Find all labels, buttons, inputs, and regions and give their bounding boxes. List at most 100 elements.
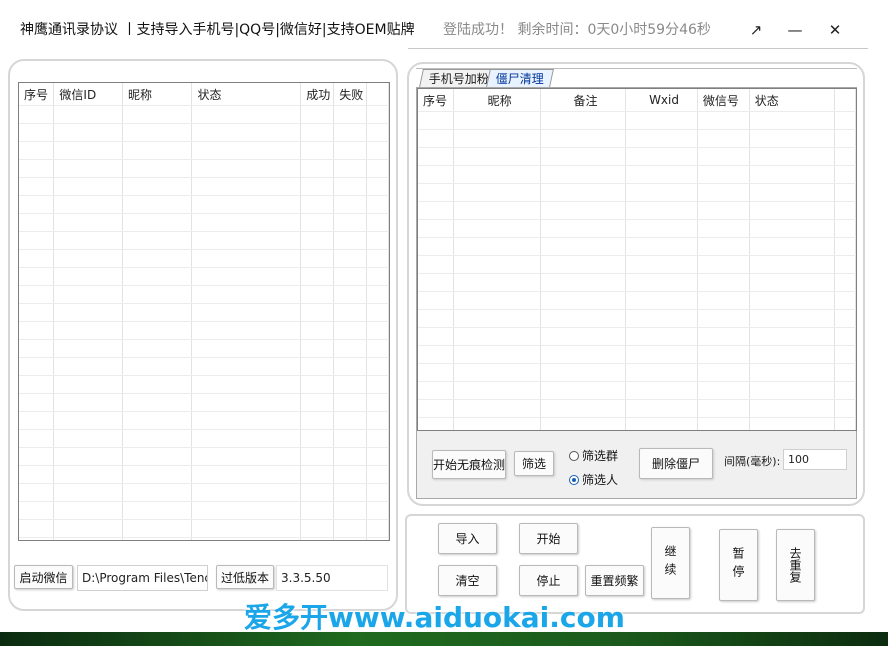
- col-header-wechat-number[interactable]: 微信号: [697, 89, 750, 112]
- table-row[interactable]: [418, 219, 856, 238]
- table-cell: [834, 165, 856, 184]
- table-cell: [53, 141, 124, 160]
- table-cell: [191, 375, 302, 394]
- table-row[interactable]: [19, 429, 389, 448]
- filter-button[interactable]: 筛选: [514, 451, 554, 476]
- start-button[interactable]: 开始: [519, 523, 578, 554]
- start-silent-detect-button[interactable]: 开始无痕检测: [432, 450, 506, 479]
- filter-person-radio[interactable]: 筛选人: [569, 471, 618, 488]
- col-header-wechat-id[interactable]: 微信ID: [53, 83, 124, 106]
- table-row[interactable]: [19, 231, 389, 250]
- table-row[interactable]: [19, 411, 389, 430]
- bypass-low-version-button[interactable]: 过低版本: [216, 565, 274, 589]
- minimize-icon[interactable]: —: [780, 16, 810, 44]
- table-row[interactable]: [19, 501, 389, 520]
- table-row[interactable]: [19, 537, 389, 540]
- table-cell: [300, 105, 335, 124]
- table-row[interactable]: [19, 393, 389, 412]
- clear-button[interactable]: 清空: [438, 565, 497, 596]
- table-row[interactable]: [19, 159, 389, 178]
- col-header-status[interactable]: 状态: [749, 89, 836, 112]
- restore-icon[interactable]: ↗: [741, 16, 771, 44]
- table-row[interactable]: [418, 417, 856, 430]
- wechat-path-input[interactable]: D:\Program Files\Tencent: [77, 565, 208, 591]
- col-header-status[interactable]: 状态: [191, 83, 302, 106]
- table-row[interactable]: [418, 111, 856, 130]
- table-row[interactable]: [418, 183, 856, 202]
- col-header-index[interactable]: 序号: [418, 89, 455, 112]
- table-row[interactable]: [19, 339, 389, 358]
- table-row[interactable]: [19, 249, 389, 268]
- table-cell: [453, 345, 541, 364]
- import-button[interactable]: 导入: [438, 523, 497, 554]
- table-row[interactable]: [418, 255, 856, 274]
- table-row[interactable]: [19, 123, 389, 142]
- table-row[interactable]: [418, 129, 856, 148]
- table-cell: [122, 501, 193, 520]
- table-row[interactable]: [418, 201, 856, 220]
- delete-zombie-button[interactable]: 删除僵尸: [639, 448, 713, 479]
- table-cell: [366, 537, 389, 540]
- reset-frequency-button[interactable]: 重置频繁: [585, 565, 644, 596]
- table-row[interactable]: [19, 519, 389, 538]
- table-row[interactable]: [19, 213, 389, 232]
- table-row[interactable]: [19, 303, 389, 322]
- table-row[interactable]: [19, 483, 389, 502]
- table-cell: [300, 429, 335, 448]
- table-cell: [625, 111, 698, 130]
- table-row[interactable]: [418, 273, 856, 292]
- table-cell: [834, 309, 856, 328]
- table-row[interactable]: [418, 381, 856, 400]
- table-row[interactable]: [418, 147, 856, 166]
- table-cell: [300, 231, 335, 250]
- table-cell: [53, 213, 124, 232]
- tab-zombie-clean[interactable]: 僵尸清理: [486, 69, 554, 87]
- dedupe-button[interactable]: 去重复: [776, 529, 815, 601]
- table-cell: [749, 147, 836, 166]
- table-row[interactable]: [19, 177, 389, 196]
- wechat-version-field[interactable]: 3.3.5.50: [276, 565, 388, 591]
- table-row[interactable]: [19, 375, 389, 394]
- table-row[interactable]: [418, 309, 856, 328]
- col-header-nickname[interactable]: 昵称: [453, 89, 541, 112]
- table-cell: [366, 519, 389, 538]
- table-row[interactable]: [19, 465, 389, 484]
- table-row[interactable]: [19, 321, 389, 340]
- table-row[interactable]: [418, 399, 856, 418]
- table-row[interactable]: [19, 141, 389, 160]
- interval-input[interactable]: 100: [783, 449, 847, 470]
- table-row[interactable]: [19, 105, 389, 124]
- table-row[interactable]: [19, 195, 389, 214]
- table-cell: [540, 417, 627, 430]
- table-row[interactable]: [19, 447, 389, 466]
- zombie-grid[interactable]: 序号 昵称 备注 Wxid 微信号 状态: [417, 88, 857, 431]
- table-row[interactable]: [418, 237, 856, 256]
- start-wechat-button[interactable]: 启动微信: [14, 565, 73, 589]
- filter-group-radio[interactable]: 筛选群: [569, 447, 618, 464]
- table-row[interactable]: [418, 345, 856, 364]
- table-cell: [19, 159, 55, 178]
- pause-button[interactable]: 暂停: [719, 529, 758, 601]
- table-cell: [540, 111, 627, 130]
- table-cell: [625, 309, 698, 328]
- col-header-index[interactable]: 序号: [19, 83, 55, 106]
- table-cell: [418, 255, 455, 274]
- table-row[interactable]: [418, 363, 856, 382]
- table-row[interactable]: [418, 327, 856, 346]
- table-row[interactable]: [19, 357, 389, 376]
- table-cell: [540, 381, 627, 400]
- col-header-remark[interactable]: 备注: [540, 89, 627, 112]
- close-icon[interactable]: ✕: [820, 16, 850, 44]
- continue-button[interactable]: 继续: [651, 527, 690, 599]
- table-row[interactable]: [418, 291, 856, 310]
- table-row[interactable]: [19, 267, 389, 286]
- col-header-nickname[interactable]: 昵称: [122, 83, 193, 106]
- table-row[interactable]: [19, 285, 389, 304]
- stop-button[interactable]: 停止: [519, 565, 578, 596]
- account-grid[interactable]: 序号 微信ID 昵称 状态 成功 失败: [18, 82, 390, 541]
- table-cell: [191, 141, 302, 160]
- col-header-wxid[interactable]: Wxid: [625, 89, 698, 112]
- col-header-fail[interactable]: 失败: [333, 83, 368, 106]
- col-header-success[interactable]: 成功: [300, 83, 335, 106]
- table-row[interactable]: [418, 165, 856, 184]
